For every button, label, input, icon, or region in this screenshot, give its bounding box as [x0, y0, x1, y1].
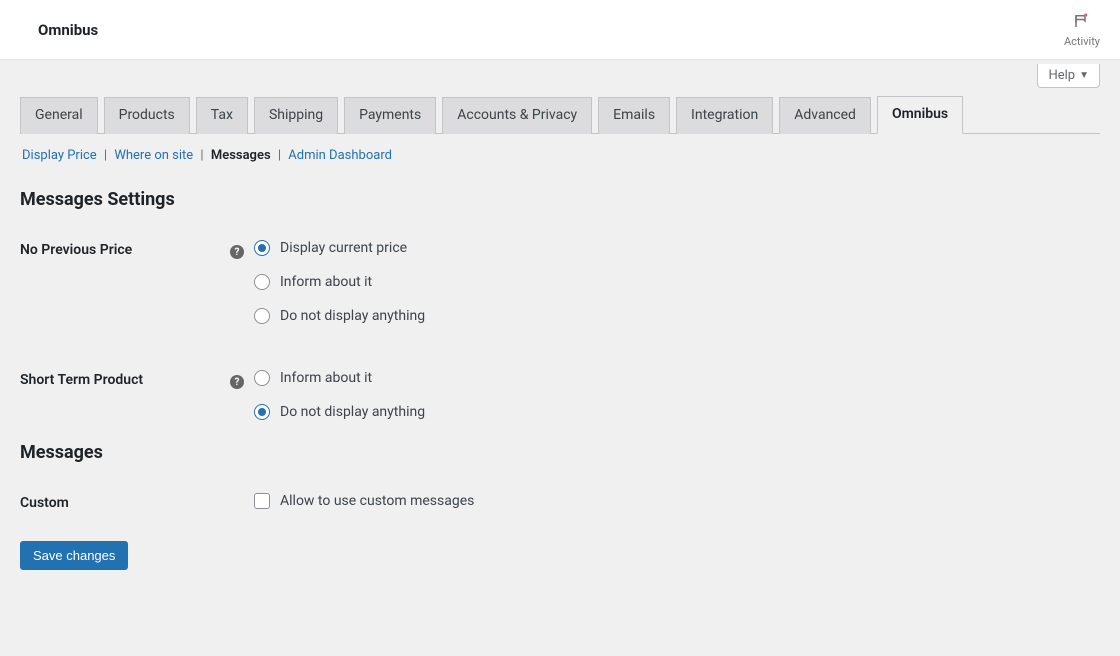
radio-do-not-display[interactable]: Do not display anything [254, 308, 1100, 324]
tab-omnibus[interactable]: Omnibus [877, 96, 963, 134]
separator: | [274, 148, 285, 163]
short-term-product-options: Inform about it Do not display anything [254, 366, 1100, 420]
radio-inform-about-it-stp[interactable]: Inform about it [254, 370, 1100, 386]
sub-nav: Display Price | Where on site | Messages… [20, 134, 1100, 173]
separator: | [196, 148, 207, 163]
radio-do-not-display-stp[interactable]: Do not display anything [254, 404, 1100, 420]
custom-label: Custom [20, 489, 230, 511]
no-previous-price-options: Display current price Inform about it Do… [254, 236, 1100, 324]
row-short-term-product: Short Term Product ? Inform about it Do … [20, 360, 1100, 426]
short-term-product-label: Short Term Product [20, 366, 230, 388]
checkbox-input[interactable] [254, 493, 270, 509]
radio-input[interactable] [254, 370, 270, 386]
tab-shipping[interactable]: Shipping [254, 97, 338, 134]
settings-tabs: General Products Tax Shipping Payments A… [20, 96, 1100, 134]
top-bar: Omnibus Activity [0, 0, 1120, 60]
radio-input[interactable] [254, 240, 270, 256]
radio-label: Inform about it [280, 370, 372, 386]
activity-icon [1073, 12, 1091, 33]
checkbox-allow-custom-messages[interactable]: Allow to use custom messages [254, 493, 1100, 509]
radio-label: Do not display anything [280, 308, 425, 324]
row-custom: Custom Allow to use custom messages [20, 483, 1100, 517]
subnav-messages: Messages [211, 148, 271, 163]
tab-general[interactable]: General [20, 97, 98, 134]
radio-label: Display current price [280, 240, 407, 256]
separator: | [100, 148, 111, 163]
help-row: Help ▼ [20, 60, 1100, 96]
help-col [230, 489, 254, 497]
tab-payments[interactable]: Payments [344, 97, 436, 134]
radio-input[interactable] [254, 404, 270, 420]
help-col: ? [230, 236, 254, 260]
tab-accounts-privacy[interactable]: Accounts & Privacy [442, 97, 592, 134]
save-button[interactable]: Save changes [20, 541, 128, 570]
tab-emails[interactable]: Emails [598, 97, 670, 134]
tab-advanced[interactable]: Advanced [779, 97, 871, 134]
help-button[interactable]: Help ▼ [1037, 64, 1100, 88]
tab-tax[interactable]: Tax [196, 97, 248, 134]
radio-input[interactable] [254, 308, 270, 324]
row-no-previous-price: No Previous Price ? Display current pric… [20, 230, 1100, 330]
activity-button[interactable]: Activity [1064, 12, 1100, 48]
radio-input[interactable] [254, 274, 270, 290]
no-previous-price-label: No Previous Price [20, 236, 230, 258]
radio-label: Inform about it [280, 274, 372, 290]
help-icon[interactable]: ? [230, 245, 244, 259]
custom-options: Allow to use custom messages [254, 489, 1100, 509]
activity-label: Activity [1064, 35, 1100, 48]
help-icon[interactable]: ? [230, 375, 244, 389]
form-table: No Previous Price ? Display current pric… [20, 230, 1100, 517]
subnav-where-on-site[interactable]: Where on site [114, 148, 193, 163]
help-col: ? [230, 366, 254, 390]
page-title: Omnibus [38, 21, 98, 39]
subnav-admin-dashboard[interactable]: Admin Dashboard [288, 148, 392, 163]
checkbox-label: Allow to use custom messages [280, 493, 474, 509]
subnav-display-price[interactable]: Display Price [22, 148, 97, 163]
chevron-down-icon: ▼ [1079, 70, 1089, 81]
radio-label: Do not display anything [280, 404, 425, 420]
radio-display-current-price[interactable]: Display current price [254, 240, 1100, 256]
messages-settings-heading: Messages Settings [20, 189, 1100, 210]
tab-products[interactable]: Products [104, 97, 190, 134]
messages-heading: Messages [20, 442, 1100, 463]
tab-integration[interactable]: Integration [676, 97, 773, 134]
content-area: Help ▼ General Products Tax Shipping Pay… [0, 60, 1120, 590]
help-button-label: Help [1048, 68, 1075, 83]
radio-inform-about-it[interactable]: Inform about it [254, 274, 1100, 290]
